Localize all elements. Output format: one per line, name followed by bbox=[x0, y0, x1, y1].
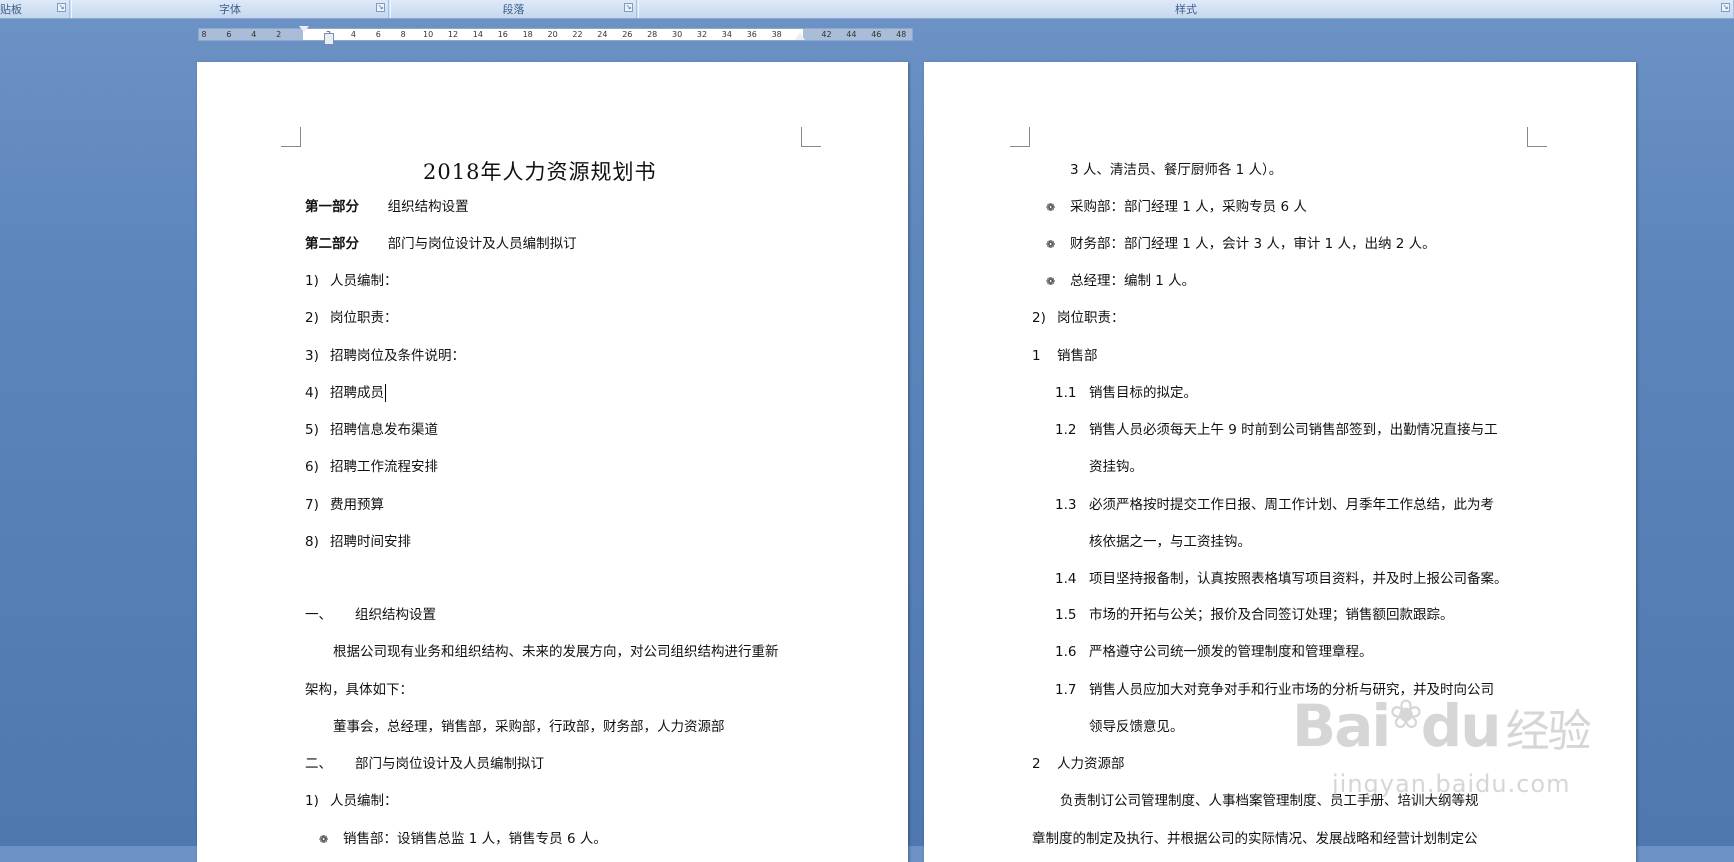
toc-item: 8) 招聘时间安排 bbox=[305, 534, 411, 550]
flower-bullet-icon: ❁ bbox=[1046, 201, 1056, 214]
bullet-item: ❁ 财务部：部门经理 1 人，会计 3 人，审计 1 人，出纳 2 人。 bbox=[1046, 236, 1436, 252]
ribbon-group-styles: 样式 ↘ bbox=[638, 0, 1734, 18]
ruler-tick-label: 2 bbox=[276, 30, 282, 39]
part2-text: 部门与岗位设计及人员编制拟订 bbox=[387, 236, 577, 252]
toc-item: 4) 招聘成员 bbox=[305, 384, 386, 402]
bullet-item: ❁ 销售部：设销售总监 1 人，销售专员 6 人。 bbox=[319, 831, 607, 847]
flower-bullet-icon: ❁ bbox=[319, 833, 329, 846]
section-heading-2: 二、 部门与岗位设计及人员编制拟订 bbox=[305, 756, 544, 772]
document-title: 2018年人力资源规划书 bbox=[423, 160, 657, 184]
dialog-launcher-icon[interactable]: ↘ bbox=[1721, 3, 1730, 12]
ribbon-group-paragraph: 段落 ↘ bbox=[390, 0, 637, 18]
ruler-tick-label: 42 bbox=[821, 30, 832, 39]
list-item: 2) 岗位职责： bbox=[1032, 310, 1125, 326]
list-item: 1) 人员编制： bbox=[305, 793, 398, 809]
toc-item: 5) 招聘信息发布渠道 bbox=[305, 422, 438, 438]
right-indent-marker[interactable] bbox=[795, 32, 805, 40]
paragraph-line: 章制度的制定及执行、并根据公司的实际情况、发展战略和经营计划制定公 bbox=[1032, 831, 1478, 847]
dialog-launcher-icon[interactable]: ↘ bbox=[624, 3, 633, 12]
flower-bullet-icon: ❁ bbox=[1046, 275, 1056, 288]
dialog-launcher-icon[interactable]: ↘ bbox=[376, 3, 385, 12]
part1-line: 第一部分 组织结构设置 bbox=[305, 198, 469, 216]
first-line-indent-marker[interactable] bbox=[299, 26, 309, 32]
ruler-tick-label: 20 bbox=[547, 30, 558, 39]
ruler-tick-label: 24 bbox=[597, 30, 608, 39]
ruler-tick-label: 30 bbox=[672, 30, 683, 39]
toc-item: 6) 招聘工作流程安排 bbox=[305, 459, 438, 475]
ribbon-group-label: 样式 bbox=[1175, 3, 1197, 16]
ruler-tick-label: 26 bbox=[622, 30, 633, 39]
margin-corner-mark bbox=[1010, 127, 1030, 147]
sub-item-cont: 核依据之一，与工资挂钩。 bbox=[1089, 534, 1251, 550]
ruler-tick-label: 28 bbox=[647, 30, 658, 39]
ribbon-group-clipboard: 粘贴板 ↘ bbox=[0, 0, 70, 18]
sub-item: 1.5 市场的开拓与公关；报价及合同签订处理；销售额回款跟踪。 bbox=[1055, 607, 1454, 623]
text-cursor bbox=[385, 384, 386, 402]
section-heading-1: 一、 组织结构设置 bbox=[305, 607, 436, 623]
ruler-tick-label: 12 bbox=[447, 30, 459, 39]
left-indent-marker[interactable] bbox=[324, 33, 334, 45]
ruler-tick-label: 48 bbox=[896, 30, 907, 39]
margin-corner-mark bbox=[281, 127, 301, 147]
ruler-tick-label: 38 bbox=[771, 30, 782, 39]
ruler-tick-label: 6 bbox=[226, 30, 232, 39]
ruler-tick-label: 4 bbox=[251, 30, 257, 39]
sub-item: 1.1 销售目标的拟定。 bbox=[1055, 385, 1197, 401]
ruler-tick-label: 6 bbox=[375, 30, 381, 39]
paragraph-line: 3 人、清洁员、餐厅厨师各 1 人）。 bbox=[1070, 162, 1283, 178]
paragraph-line: 架构，具体如下： bbox=[305, 682, 413, 698]
ribbon-group-label: 段落 bbox=[502, 3, 525, 16]
ribbon-group-font: 字体 ↘ bbox=[71, 0, 389, 18]
ruler-tick-label: 22 bbox=[572, 30, 583, 39]
sub-item: 1.2 销售人员必须每天上午 9 时前到公司销售部签到，出勤情况直接与工 bbox=[1055, 422, 1498, 438]
sub-item: 1.7 销售人员应加大对竞争对手和行业市场的分析与研究，并及时向公司 bbox=[1055, 682, 1494, 698]
paragraph-line: 负责制订公司管理制度、人事档案管理制度、员工手册、培训大纲等规 bbox=[1060, 793, 1479, 809]
bullet-item: ❁ 采购部：部门经理 1 人，采购专员 6 人 bbox=[1046, 199, 1307, 215]
ruler-tick-label: 4 bbox=[350, 30, 356, 39]
sub-item-cont: 领导反馈意见。 bbox=[1089, 719, 1184, 735]
dept-heading: 2 人力资源部 bbox=[1032, 756, 1125, 772]
ribbon-group-bar: 粘贴板 ↘ 字体 ↘ 段落 ↘ 样式 ↘ bbox=[0, 0, 1734, 19]
ribbon-group-label: 字体 bbox=[219, 3, 241, 16]
ruler-tick-label: 8 bbox=[400, 30, 406, 39]
ruler-tick-label: 46 bbox=[871, 30, 882, 39]
sub-item-cont: 资挂钩。 bbox=[1089, 459, 1143, 475]
toc-item: 7) 费用预算 bbox=[305, 497, 384, 513]
ruler-tick-label: 44 bbox=[846, 30, 857, 39]
margin-corner-mark bbox=[1527, 127, 1547, 147]
toc-item: 2) 岗位职责： bbox=[305, 310, 398, 326]
ruler-tick-label: 36 bbox=[746, 30, 757, 39]
dept-heading: 1 销售部 bbox=[1032, 348, 1098, 364]
toc-item: 1) 人员编制： bbox=[305, 273, 398, 289]
margin-corner-mark bbox=[801, 127, 821, 147]
sub-item: 1.6 严格遵守公司统一颁发的管理制度和管理章程。 bbox=[1055, 644, 1373, 660]
part1-text: 组织结构设置 bbox=[387, 199, 469, 215]
document-page-2[interactable]: 3 人、清洁员、餐厅厨师各 1 人）。 ❁ 采购部：部门经理 1 人，采购专员 6… bbox=[924, 62, 1636, 862]
paragraph-line: 董事会，总经理，销售部，采购部，行政部，财务部，人力资源部 bbox=[333, 719, 725, 735]
paragraph-line: 根据公司现有业务和组织结构、未来的发展方向，对公司组织结构进行重新 bbox=[333, 644, 779, 660]
ruler-tick-label: 32 bbox=[696, 30, 708, 39]
ruler-tick-label: 8 bbox=[201, 30, 207, 39]
ruler-tick-label: 18 bbox=[522, 30, 533, 39]
dialog-launcher-icon[interactable]: ↘ bbox=[57, 3, 66, 12]
sub-item: 1.4 项目坚持报备制，认真按照表格填写项目资料，并及时上报公司备案。 bbox=[1055, 571, 1508, 587]
ruler-tick-label: 34 bbox=[721, 30, 732, 39]
flower-bullet-icon: ❁ bbox=[1046, 238, 1056, 251]
part2-line: 第二部分 部门与岗位设计及人员编制拟订 bbox=[305, 235, 577, 253]
watermark-logo: Bai❀du 经验 bbox=[1292, 692, 1592, 760]
ruler-tick-label: 10 bbox=[423, 30, 434, 39]
document-page-1[interactable]: 2018年人力资源规划书 第一部分 组织结构设置 第二部分 部门与岗位设计及人员… bbox=[197, 62, 908, 862]
part1-label: 第一部分 bbox=[305, 199, 359, 215]
ruler-tick-label: 14 bbox=[472, 30, 483, 39]
part2-label: 第二部分 bbox=[305, 236, 359, 252]
ruler-tick-label: 16 bbox=[497, 30, 508, 39]
bullet-item: ❁ 总经理：编制 1 人。 bbox=[1046, 273, 1196, 289]
sub-item: 1.3 必须严格按时提交工作日报、周工作计划、月季年工作总结，此为考 bbox=[1055, 497, 1494, 513]
toc-item: 3) 招聘岗位及条件说明： bbox=[305, 348, 465, 364]
